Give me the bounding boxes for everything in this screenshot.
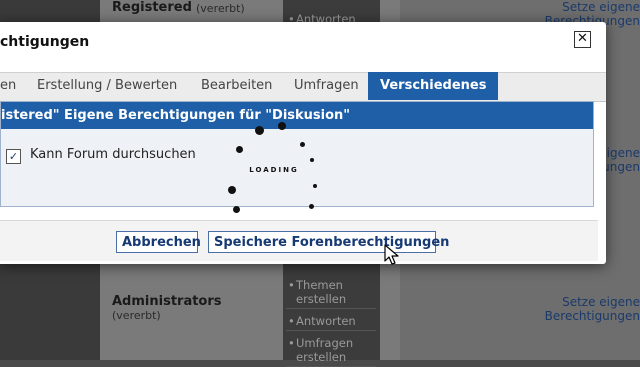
spinner-dot xyxy=(236,146,243,153)
spinner-dot xyxy=(233,206,240,213)
permissions-dialog: chtigungen ✕ en Erstellung / Bewerten Be… xyxy=(0,22,606,264)
spinner-dot xyxy=(310,158,314,162)
spinner-dot xyxy=(300,142,305,147)
group-name-registered: Registered xyxy=(112,0,192,15)
tab-polls[interactable]: Umfragen xyxy=(294,78,359,93)
spinner-dot xyxy=(313,184,317,188)
background-menu-item-create-polls[interactable]: Umfragen erstellen xyxy=(286,334,376,367)
save-forum-permissions-button[interactable]: Speichere Forenberechtigungen xyxy=(208,231,449,253)
dialog-title: chtigungen xyxy=(0,34,90,50)
group-name-administrators: Administrators xyxy=(112,294,222,309)
mouse-cursor-icon xyxy=(384,244,399,265)
search-forum-label: Kann Forum durchsuchen xyxy=(30,147,196,162)
tab-partial[interactable]: en xyxy=(0,78,16,93)
close-button[interactable]: ✕ xyxy=(574,31,591,48)
spinner-dot xyxy=(255,126,264,135)
group-inherited-label: (vererbt) xyxy=(112,309,161,322)
spinner-dot xyxy=(309,204,314,209)
background-menu-item-create-topics[interactable]: Themen erstellen xyxy=(286,276,376,309)
dialog-footer: Abbrechen Speichere Forenberechtigungen xyxy=(0,220,598,261)
loading-text: LOADING xyxy=(249,166,299,174)
set-permissions-link-bottom[interactable]: Setze eigene Berechtigungen xyxy=(536,295,640,323)
cancel-button[interactable]: Abbrechen xyxy=(116,231,201,253)
group-inherited-label: (vererbt) xyxy=(196,2,245,15)
tab-creation-rating[interactable]: Erstellung / Bewerten xyxy=(37,78,177,93)
search-forum-checkbox[interactable]: ✓ xyxy=(6,149,21,164)
tab-edit[interactable]: Bearbeiten xyxy=(201,78,272,93)
tab-miscellaneous[interactable]: Verschiedenes xyxy=(368,72,499,100)
spinner-dot xyxy=(278,122,286,130)
spinner-dot xyxy=(228,186,236,194)
background-menu-item-answer[interactable]: Antworten xyxy=(286,312,376,331)
loading-spinner: LOADING xyxy=(224,122,324,232)
